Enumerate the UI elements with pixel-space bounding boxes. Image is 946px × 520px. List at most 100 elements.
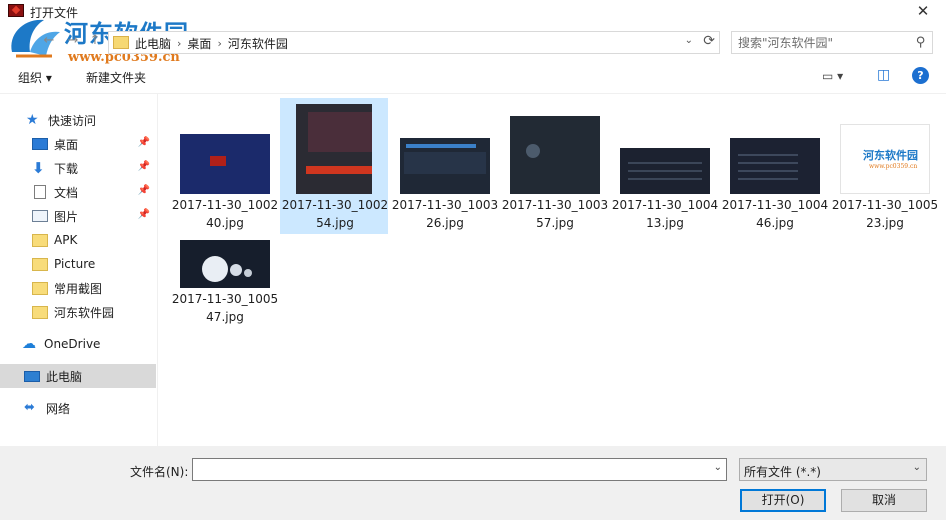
title-bar: 打开文件 ✕ <box>0 0 946 22</box>
sidebar-item-label: 文档 <box>54 185 79 200</box>
folder-icon <box>32 305 48 319</box>
sidebar-item-hedong[interactable]: 河东软件园 <box>0 300 156 324</box>
file-item[interactable]: 2017-11-30_100326.jpg <box>390 98 498 234</box>
help-icon[interactable]: ? <box>912 67 929 84</box>
filename-label: 文件名(N): <box>130 465 189 479</box>
star-icon: ★ <box>26 112 39 128</box>
filename-input[interactable] <box>197 462 697 478</box>
pin-icon: 📌 <box>137 209 150 220</box>
image-thumbnail <box>620 148 710 194</box>
breadcrumb-separator-icon[interactable]: › <box>177 37 181 50</box>
navigation-pane: ★ 快速访问 桌面 📌 ⬇ 下载 📌 文档 📌 图片 📌 APK Picture… <box>0 94 158 446</box>
view-options-icon[interactable]: ▭ ▾ <box>822 69 843 83</box>
cancel-button[interactable]: 取消 <box>841 489 927 512</box>
preview-pane-icon[interactable]: ◫ <box>877 67 890 83</box>
image-thumbnail <box>180 134 270 194</box>
file-name: 2017-11-30_100254.jpg <box>281 198 389 230</box>
address-bar[interactable]: 此电脑 › 桌面 › 河东软件园 ⌄ ⟳ <box>108 31 720 54</box>
back-button[interactable]: ← <box>40 33 58 48</box>
pin-icon: 📌 <box>137 185 150 196</box>
breadcrumb-this-pc[interactable]: 此电脑 <box>135 35 171 52</box>
sidebar-item-documents[interactable]: 文档 📌 <box>0 180 156 204</box>
sidebar-item-downloads[interactable]: ⬇ 下载 📌 <box>0 156 156 180</box>
network-icon: ⬌ <box>24 400 35 415</box>
sidebar-item-label: 常用截图 <box>54 281 103 296</box>
breadcrumb: 此电脑 › 桌面 › 河东软件园 <box>135 35 288 52</box>
thumbnail-logo-text: 河东软件园 <box>863 149 918 162</box>
file-item[interactable]: 河东软件园 www.pc0359.cn 2017-11-30_100523.jp… <box>830 98 938 234</box>
filename-dropdown-icon[interactable]: ⌄ <box>714 462 722 473</box>
image-thumbnail: 河东软件园 www.pc0359.cn <box>840 124 930 194</box>
file-name: 2017-11-30_100446.jpg <box>721 198 829 230</box>
file-item[interactable]: 2017-11-30_100413.jpg <box>610 98 718 234</box>
refresh-icon[interactable]: ⟳ <box>703 33 715 49</box>
app-icon <box>8 4 24 17</box>
file-name: 2017-11-30_100326.jpg <box>391 198 499 230</box>
file-item[interactable]: 2017-11-30_100446.jpg <box>720 98 828 234</box>
sidebar-item-pictures[interactable]: 图片 📌 <box>0 204 156 228</box>
sidebar-item-screenshots[interactable]: 常用截图 <box>0 276 156 300</box>
breadcrumb-current-folder[interactable]: 河东软件园 <box>228 35 288 52</box>
file-item-selected[interactable]: 2017-11-30_100254.jpg <box>280 98 388 234</box>
thumbnail-logo-url: www.pc0359.cn <box>869 163 918 170</box>
image-thumbnail <box>400 138 490 194</box>
file-item[interactable]: 2017-11-30_100547.jpg <box>170 192 278 328</box>
up-button[interactable]: ↑ <box>86 33 104 48</box>
computer-icon <box>24 370 40 382</box>
close-button[interactable]: ✕ <box>900 0 946 22</box>
sidebar-item-this-pc[interactable]: 此电脑 <box>0 364 156 388</box>
sidebar-item-label: 河东软件园 <box>54 305 115 320</box>
file-name: 2017-11-30_100357.jpg <box>501 198 609 230</box>
dialog-footer: 文件名(N): ⌄ 所有文件 (*.*) ⌄ 打开(O) 取消 <box>0 446 946 520</box>
cloud-icon: ☁ <box>22 336 36 352</box>
desktop-icon <box>32 138 48 150</box>
file-item[interactable]: 2017-11-30_100357.jpg <box>500 98 608 234</box>
address-dropdown-icon[interactable]: ⌄ <box>685 35 693 46</box>
forward-button[interactable]: → <box>64 33 82 48</box>
folder-icon <box>32 257 48 271</box>
sidebar-item-label: OneDrive <box>44 337 101 351</box>
sidebar-item-onedrive[interactable]: ☁ OneDrive <box>0 332 156 356</box>
sidebar-item-picture[interactable]: Picture <box>0 252 156 276</box>
image-thumbnail <box>296 104 372 194</box>
filetype-value: 所有文件 (*.*) <box>744 465 821 479</box>
sidebar-item-label: 桌面 <box>54 137 79 152</box>
picture-icon <box>32 210 48 222</box>
search-box[interactable]: ⚲ <box>731 31 933 54</box>
open-button[interactable]: 打开(O) <box>740 489 826 512</box>
file-name: 2017-11-30_100547.jpg <box>171 292 279 324</box>
folder-icon <box>32 281 48 295</box>
download-icon: ⬇ <box>32 159 45 177</box>
filename-combobox[interactable]: ⌄ <box>192 458 727 481</box>
sidebar-item-quick-access[interactable]: ★ 快速访问 <box>0 108 156 132</box>
image-thumbnail <box>180 240 270 288</box>
folder-icon <box>32 233 48 247</box>
file-name: 2017-11-30_100413.jpg <box>611 198 719 230</box>
sidebar-item-desktop[interactable]: 桌面 📌 <box>0 132 156 156</box>
sidebar-item-label: Picture <box>54 257 96 271</box>
organize-menu[interactable]: 组织 ▾ <box>18 69 52 86</box>
pin-icon: 📌 <box>137 161 150 172</box>
breadcrumb-desktop[interactable]: 桌面 <box>187 35 211 52</box>
sidebar-item-label: 网络 <box>46 401 71 416</box>
search-input[interactable] <box>738 35 904 51</box>
new-folder-button[interactable]: 新建文件夹 <box>86 69 146 86</box>
sidebar-item-label: 快速访问 <box>48 113 97 128</box>
document-icon <box>34 185 46 199</box>
file-name: 2017-11-30_100523.jpg <box>831 198 939 230</box>
filetype-dropdown-icon[interactable]: ⌄ <box>913 462 921 473</box>
window-title: 打开文件 <box>30 6 79 20</box>
sidebar-item-label: 下载 <box>54 161 79 176</box>
folder-icon <box>113 36 129 49</box>
sidebar-item-label: 此电脑 <box>46 369 83 384</box>
breadcrumb-separator-icon[interactable]: › <box>217 37 221 50</box>
image-thumbnail <box>730 138 820 194</box>
image-thumbnail <box>510 116 600 194</box>
sidebar-item-network[interactable]: ⬌ 网络 <box>0 396 156 420</box>
sidebar-item-apk[interactable]: APK <box>0 228 156 252</box>
filetype-select[interactable]: 所有文件 (*.*) ⌄ <box>739 458 927 481</box>
pin-icon: 📌 <box>137 137 150 148</box>
sidebar-item-label: 图片 <box>54 209 79 224</box>
sidebar-item-label: APK <box>54 233 78 247</box>
search-icon[interactable]: ⚲ <box>916 35 926 50</box>
